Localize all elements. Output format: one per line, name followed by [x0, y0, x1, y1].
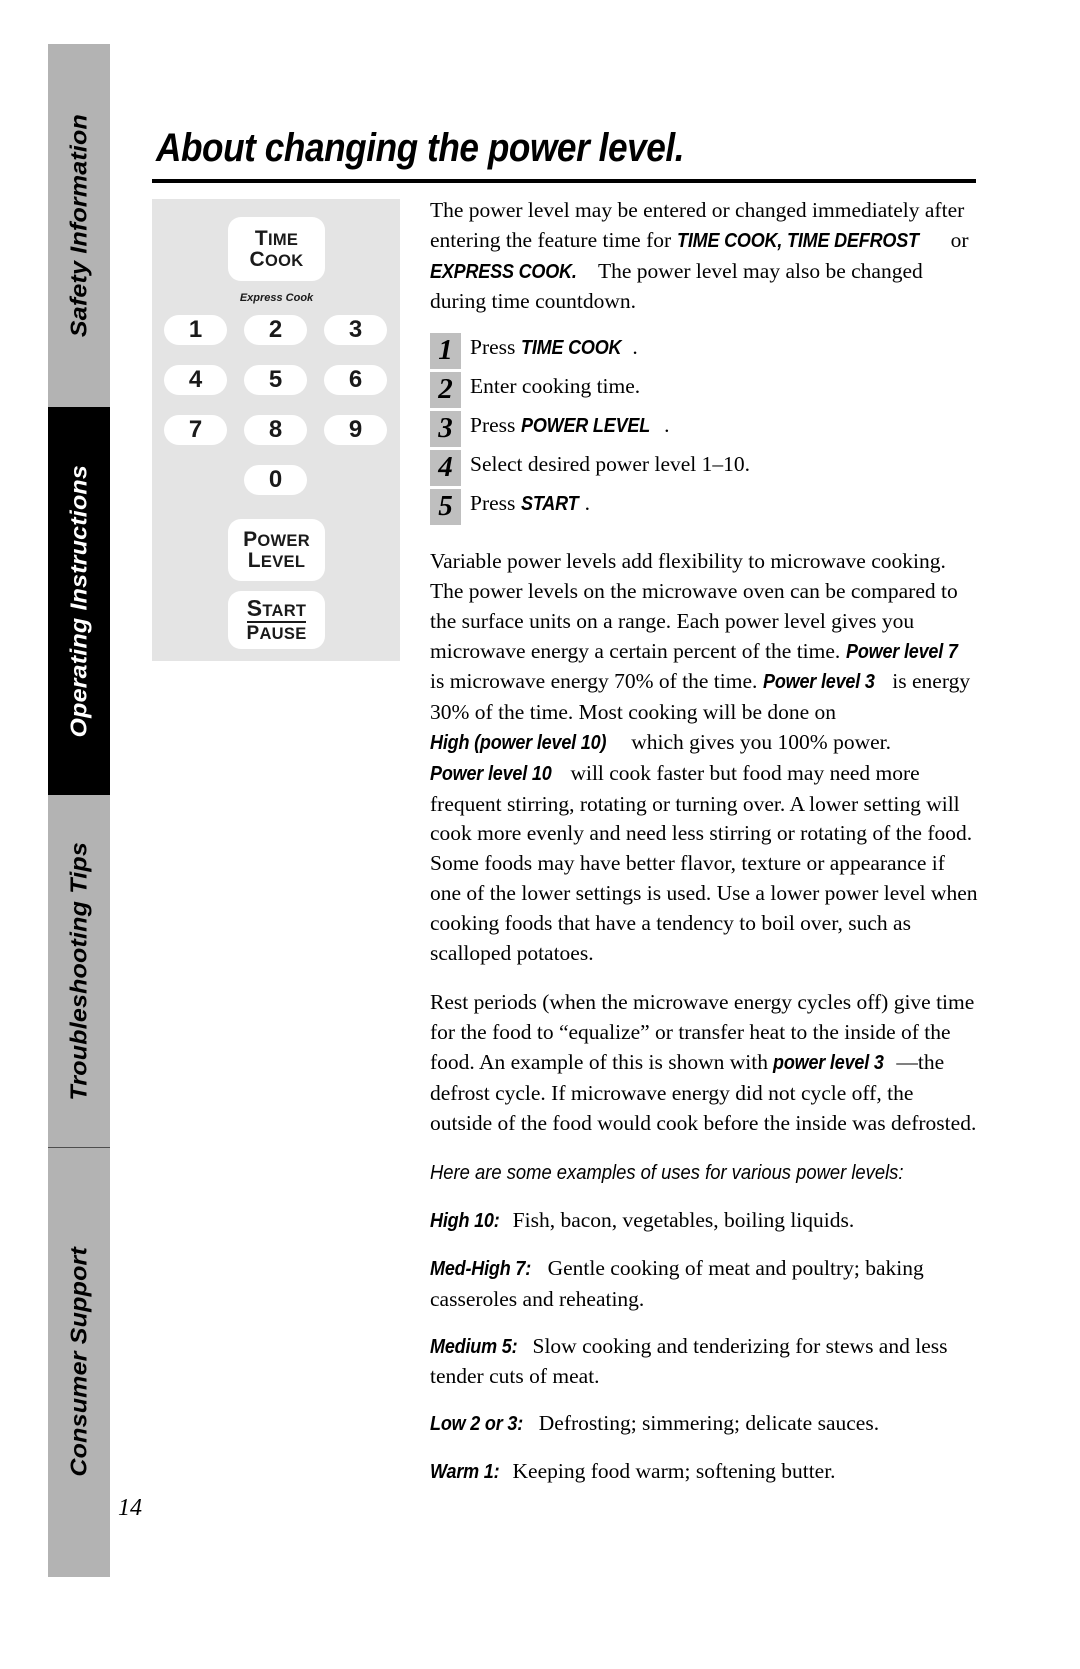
step-item: 4 Select desired power level 1–10.	[430, 450, 980, 487]
step-text-after: .	[664, 413, 670, 438]
key-power-level-line1: POWER	[243, 527, 310, 551]
key-number-3[interactable]: 3	[324, 315, 387, 345]
step-text: Press POWER LEVEL.	[470, 411, 670, 440]
step-number-box: 5	[430, 489, 461, 526]
main-text-column: The power level may be entered or change…	[430, 196, 980, 1505]
step-emphasis: POWER LEVEL	[520, 415, 650, 438]
step-text: Enter cooking time.	[470, 372, 640, 400]
sidebar-tab-consumer-support[interactable]: Consumer Support	[48, 1147, 110, 1577]
sidebar-tab-text: Consumer Support	[65, 1247, 92, 1477]
sidebar-tab-divider	[48, 1147, 110, 1148]
step-text-before: Press	[470, 335, 521, 360]
sidebar-tab-operating-instructions[interactable]: Operating Instructions	[48, 407, 110, 795]
step-emphasis: TIME COOK	[520, 337, 622, 360]
sidebar-tab-label: Troubleshooting Tips	[65, 841, 92, 1101]
key-time-cook-line2: COOK	[249, 248, 304, 271]
example-item-med-high-7: Med-High 7: Gentle cooking of meat and p…	[430, 1254, 980, 1315]
key-number-6[interactable]: 6	[324, 365, 387, 395]
body-text: will cook faster but food may need more …	[430, 760, 978, 965]
sidebar-tab-text: Operating Instructions	[65, 464, 92, 738]
key-start-label: START	[246, 596, 307, 624]
example-label: Med-High 7:	[430, 1257, 532, 1280]
step-text: Press TIME COOK.	[470, 333, 638, 362]
body-paragraph-1: Variable power levels add flexibility to…	[430, 547, 980, 968]
step-text: Press START.	[470, 489, 590, 518]
example-text: Fish, bacon, vegetables, boiling liquids…	[507, 1208, 855, 1233]
power-level-examples: Here are some examples of uses for vario…	[430, 1158, 980, 1487]
sidebar-tab-troubleshooting-tips[interactable]: Troubleshooting Tips	[48, 795, 110, 1147]
step-number-box: 3	[430, 411, 461, 448]
example-text: Defrosting; simmering; delicate sauces.	[533, 1411, 880, 1436]
body-emphasis: power level 3	[773, 1051, 885, 1074]
key-number-8[interactable]: 8	[244, 415, 307, 445]
example-item-low-2-or-3: Low 2 or 3: Defrosting; simmering; delic…	[430, 1409, 980, 1440]
step-item: 5 Press START.	[430, 489, 980, 526]
intro-emphasis-1: TIME COOK, TIME DEFROST	[676, 229, 919, 252]
body-text: Rest periods (when the microwave energy …	[430, 990, 975, 1074]
sidebar-tab-text: Troubleshooting Tips	[65, 841, 92, 1101]
step-item: 1 Press TIME COOK.	[430, 333, 980, 370]
key-number-5[interactable]: 5	[244, 365, 307, 395]
key-number-2[interactable]: 2	[244, 315, 307, 345]
key-number-4[interactable]: 4	[164, 365, 227, 395]
step-emphasis: START	[520, 493, 579, 516]
examples-heading-text: Here are some examples of uses for vario…	[430, 1162, 904, 1185]
step-text-before: Select desired power level 1–10.	[470, 452, 751, 477]
step-number-box: 2	[430, 372, 461, 409]
step-text-before: Press	[470, 413, 521, 438]
sidebar-tab-label: Operating Instructions	[65, 464, 92, 738]
body-emphasis: Power level 3	[762, 671, 875, 694]
key-time-cook[interactable]: TIME COOK	[228, 217, 325, 281]
page-title: About changing the power level.	[156, 126, 685, 170]
step-text-before: Press	[470, 491, 521, 516]
body-emphasis: Power level 7	[845, 640, 958, 663]
example-label: Warm 1:	[430, 1460, 500, 1483]
example-label: Medium 5:	[430, 1335, 518, 1358]
body-text: which gives you 100% power.	[625, 729, 891, 754]
key-number-0[interactable]: 0	[244, 465, 307, 495]
example-label: Low 2 or 3:	[430, 1413, 524, 1436]
example-item-warm-1: Warm 1: Keeping food warm; softening but…	[430, 1457, 980, 1488]
key-number-7[interactable]: 7	[164, 415, 227, 445]
intro-text-2: or	[945, 227, 969, 252]
body-emphasis: High (power level 10)	[430, 731, 607, 754]
key-number-1[interactable]: 1	[164, 315, 227, 345]
key-power-level[interactable]: POWER LEVEL	[228, 519, 325, 581]
intro-paragraph: The power level may be entered or change…	[430, 196, 980, 317]
page-number: 14	[118, 1495, 142, 1521]
key-pause-label: PAUSE	[246, 623, 307, 645]
title-rule	[152, 179, 976, 183]
body-paragraph-2: Rest periods (when the microwave energy …	[430, 988, 980, 1138]
key-start-pause[interactable]: START PAUSE	[228, 591, 325, 649]
sidebar-tab-label: Consumer Support	[65, 1247, 92, 1477]
step-text-after: .	[584, 491, 590, 516]
sidebar-tab-label: Safety Information	[65, 113, 92, 338]
step-number-box: 4	[430, 450, 461, 487]
key-power-level-line2: LEVEL	[247, 549, 306, 572]
example-label: High 10:	[430, 1210, 500, 1233]
section-tabs-sidebar: Safety Information Operating Instruction…	[48, 44, 110, 1577]
numbered-steps-list: 1 Press TIME COOK. 2 Enter cooking time.…	[430, 333, 980, 526]
step-item: 2 Enter cooking time.	[430, 372, 980, 409]
step-text: Select desired power level 1–10.	[470, 450, 750, 478]
body-text: is microwave energy 70% of the time.	[430, 669, 763, 694]
step-number-box: 1	[430, 333, 461, 370]
step-text-before: Enter cooking time.	[470, 374, 641, 399]
key-time-cook-line1: TIME	[254, 226, 299, 250]
example-text: Keeping food warm; softening butter.	[507, 1458, 836, 1483]
intro-emphasis-2: EXPRESS COOK.	[430, 260, 577, 283]
step-item: 3 Press POWER LEVEL.	[430, 411, 980, 448]
examples-heading: Here are some examples of uses for vario…	[430, 1158, 980, 1189]
key-number-9[interactable]: 9	[324, 415, 387, 445]
example-item-medium-5: Medium 5: Slow cooking and tenderizing f…	[430, 1332, 980, 1393]
page-content: About changing the power level. TIME COO…	[152, 44, 980, 1483]
sidebar-tab-safety-information[interactable]: Safety Information	[48, 44, 110, 407]
step-text-after: .	[632, 335, 638, 360]
sidebar-tab-text: Safety Information	[65, 113, 92, 338]
example-item-high-10: High 10: Fish, bacon, vegetables, boilin…	[430, 1206, 980, 1237]
express-cook-label: Express Cook	[239, 292, 314, 304]
control-panel-illustration: TIME COOK Express Cook 1 2 3 4 5 6 7 8 9…	[152, 199, 400, 661]
body-emphasis: Power level 10	[430, 762, 552, 785]
